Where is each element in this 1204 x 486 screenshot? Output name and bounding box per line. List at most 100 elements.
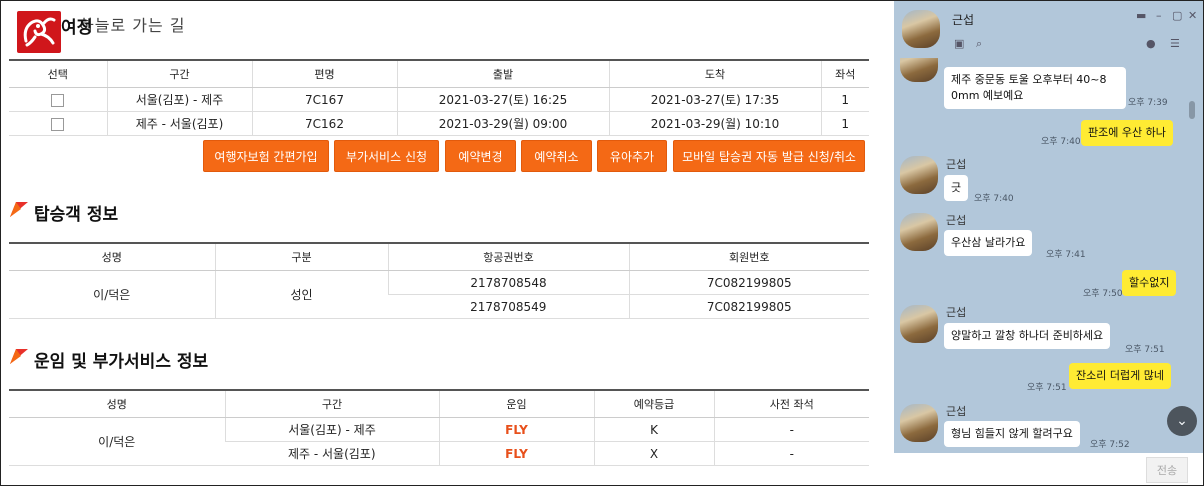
class-cell: X: [593, 441, 714, 466]
seat-cell: -: [713, 417, 869, 442]
col-fare: 운임: [438, 389, 594, 418]
minimize-icon[interactable]: –: [1156, 9, 1162, 22]
chat-scrollbar[interactable]: [1189, 101, 1195, 119]
passenger-section-title: 탑승객 정보: [34, 205, 119, 225]
depart-cell: 2021-03-29(월) 09:00: [396, 111, 609, 136]
section-flag-icon: [10, 349, 28, 364]
section-flag-icon: [10, 202, 28, 217]
reservation-page: 하늘로 가는 길 여정 선택 구간 편명 출발 도착 좌석 서울(김포) - 제…: [1, 1, 893, 484]
seats-cell: 1: [820, 111, 869, 136]
col-select: 선택: [9, 59, 107, 88]
passenger-name-cell: 이/덕은: [9, 270, 215, 319]
logo-slogan: 하늘로 가는 길: [79, 16, 186, 35]
col-type: 구분: [214, 242, 388, 271]
avatar[interactable]: [900, 404, 938, 442]
ticket-cell: 2178708549: [388, 294, 629, 319]
flight-cell: 7C162: [251, 111, 397, 136]
arrive-cell: 2021-03-29(월) 10:10: [608, 111, 821, 136]
table-row: 이/덕은 성인 2178708548 7C082199805: [9, 270, 869, 319]
col-route: 구간: [106, 59, 252, 88]
member-cell: 7C082199805: [628, 270, 869, 295]
sender-name: 근섭: [946, 158, 967, 171]
chat-window: 근섭 ▬ – ▢ ✕ ▣ ⌕ ● ☰ 제주 중문동 토울 오후부터 40~8 0…: [894, 1, 1203, 485]
avatar[interactable]: [900, 213, 938, 251]
col-route: 구간: [224, 389, 439, 418]
add-infant-button[interactable]: 유아추가: [597, 140, 667, 172]
fare-name-cell: 이/덕은: [9, 417, 225, 466]
flight-cell: 7C167: [251, 87, 397, 112]
table-row: 이/덕은 서울(김포) - 제주 FLY K -: [9, 417, 869, 466]
change-reservation-button[interactable]: 예약변경: [445, 140, 516, 172]
table-row: 제주 - 서울(김포) 7C162 2021-03-29(월) 09:00 20…: [9, 111, 869, 136]
fare-cell: FLY: [438, 441, 594, 466]
select-checkbox[interactable]: [51, 93, 65, 107]
col-name: 성명: [9, 242, 215, 271]
arrive-cell: 2021-03-27(토) 17:35: [608, 87, 821, 112]
message-bubble: 제주 중문동 토울 오후부터 40~8 0mm 예보예요: [944, 67, 1126, 109]
my-message-bubble: 잔소리 더럽게 많네: [1069, 363, 1171, 389]
col-seats: 좌석: [820, 59, 869, 88]
passenger-header-row: 성명 구분 항공권번호 회원번호: [9, 242, 869, 271]
chat-header: 근섭 ▬ – ▢ ✕ ▣ ⌕ ● ☰: [894, 1, 1203, 57]
maximize-icon[interactable]: ▢: [1172, 9, 1182, 22]
route-cell: 제주 - 서울(김포): [225, 441, 439, 466]
message-time: 오후 7:39: [1128, 98, 1168, 108]
route-cell: 서울(김포) - 제주: [106, 87, 252, 112]
contact-name: 근섭: [952, 13, 975, 27]
sender-name: 근섭: [946, 306, 967, 319]
col-arrive: 도착: [608, 59, 821, 88]
fare-table: 성명 구간 운임 예약등급 사전 좌석 이/덕은 서울(김포) - 제주 FLY…: [9, 389, 869, 466]
chat-input-area[interactable]: 전송: [894, 453, 1203, 485]
col-flight: 편명: [251, 59, 397, 88]
message-time: 오후 7:40: [1041, 137, 1081, 147]
avatar[interactable]: [900, 305, 938, 343]
drawer-icon[interactable]: ▣: [954, 37, 964, 50]
mobile-boarding-pass-button[interactable]: 모바일 탑승권 자동 발급 신청/취소: [673, 140, 865, 172]
col-name: 성명: [9, 389, 225, 418]
col-ticket: 항공권번호: [387, 242, 629, 271]
itinerary-title: 여정: [61, 18, 93, 38]
avatar[interactable]: [900, 58, 938, 82]
message-bubble: 우산삼 날라가요: [944, 230, 1033, 256]
contact-avatar[interactable]: [902, 10, 940, 48]
col-depart: 출발: [396, 59, 609, 88]
route-cell: 서울(김포) - 제주: [224, 417, 439, 442]
scroll-down-icon[interactable]: ⌄: [1167, 406, 1197, 436]
col-class: 예약등급: [593, 389, 714, 418]
sender-name: 근섭: [946, 405, 967, 418]
pin-icon[interactable]: ▬: [1136, 9, 1146, 22]
message-text: 제주 중문동 토울 오후부터 40~8: [951, 73, 1107, 86]
message-time: 오후 7:51: [1125, 345, 1165, 355]
fare-header-row: 성명 구간 운임 예약등급 사전 좌석: [9, 389, 869, 418]
message-text: 0mm 예보예요: [951, 89, 1024, 102]
table-row: 서울(김포) - 제주 7C167 2021-03-27(토) 16:25 20…: [9, 87, 869, 112]
member-cell: 7C082199805: [628, 294, 869, 319]
message-time: 오후 7:51: [1027, 383, 1067, 393]
fare-section-title: 운임 및 부가서비스 정보: [34, 352, 209, 372]
passenger-table: 성명 구분 항공권번호 회원번호 이/덕은 성인 2178708548 7C08…: [9, 242, 869, 319]
seat-cell: -: [713, 441, 869, 466]
message-time: 오후 7:40: [974, 194, 1014, 204]
sender-name: 근섭: [946, 214, 967, 227]
cancel-reservation-button[interactable]: 예약취소: [521, 140, 592, 172]
itinerary-header-row: 선택 구간 편명 출발 도착 좌석: [9, 59, 869, 88]
send-button[interactable]: 전송: [1146, 457, 1188, 483]
passenger-type-cell: 성인: [214, 270, 388, 319]
addon-service-button[interactable]: 부가서비스 신청: [334, 140, 439, 172]
insurance-button[interactable]: 여행자보험 간편가입: [203, 140, 329, 172]
message-bubble: 형님 힘들지 않게 할려구요: [944, 421, 1080, 447]
message-time: 오후 7:41: [1046, 250, 1086, 260]
avatar[interactable]: [900, 156, 938, 194]
message-time: 오후 7:52: [1090, 440, 1130, 448]
search-icon[interactable]: ⌕: [976, 37, 982, 51]
bell-icon[interactable]: ●: [1146, 37, 1156, 50]
class-cell: K: [593, 417, 714, 442]
close-icon[interactable]: ✕: [1188, 9, 1197, 22]
route-cell: 제주 - 서울(김포): [106, 111, 252, 136]
select-checkbox[interactable]: [51, 117, 65, 131]
my-message-bubble: 할수없지: [1122, 270, 1177, 296]
airline-logo: [17, 11, 61, 53]
fare-cell: FLY: [438, 417, 594, 442]
col-member: 회원번호: [628, 242, 869, 271]
menu-icon[interactable]: ☰: [1170, 37, 1180, 50]
